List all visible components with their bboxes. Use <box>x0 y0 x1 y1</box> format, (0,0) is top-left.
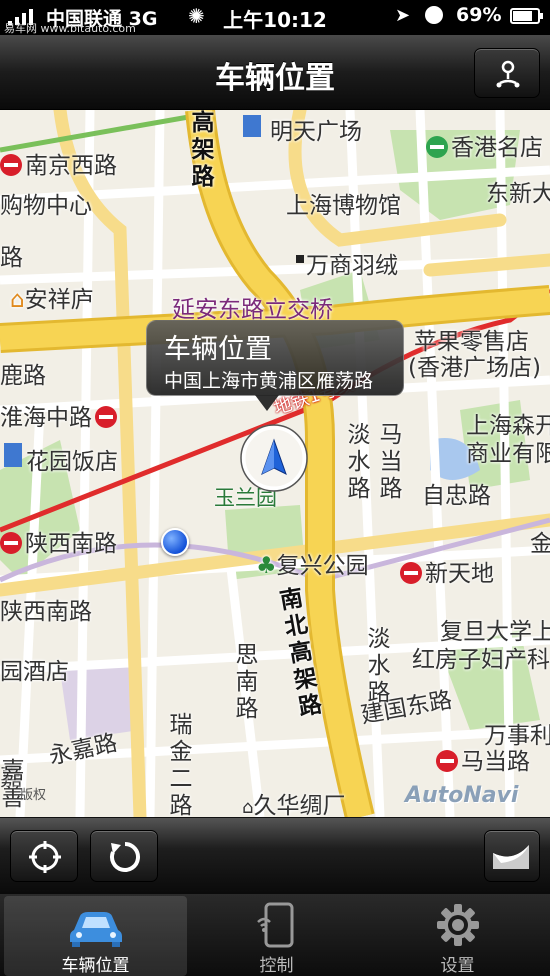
metro-station-label: 南京西路 <box>0 146 117 180</box>
street-label: 金 <box>530 531 550 557</box>
poi-label: ⌂安祥庐 <box>10 287 94 313</box>
street-label: 淡水路 <box>347 422 371 502</box>
route-button[interactable] <box>474 48 540 98</box>
metro-station-label: 新天地 <box>400 554 494 588</box>
watermark: 易车网 www.bitauto.com <box>4 22 136 35</box>
map-view[interactable]: 明天广场 香港名店 南京西路 东新大 购物中心 上海博物馆 万商羽绒 路 ⌂安祥… <box>0 110 550 817</box>
poi-label: 明天广场 <box>270 119 362 145</box>
tab-control[interactable]: 控制 <box>185 896 368 976</box>
battery-percent: 69% <box>456 4 502 26</box>
tab-label: 车辆位置 <box>61 956 130 976</box>
park-label: ♣复兴公园 <box>256 553 369 579</box>
user-location-dot <box>161 528 189 556</box>
metro-station-label: 马当路 <box>436 742 530 776</box>
page-curl-button[interactable] <box>484 830 540 882</box>
street-label: 淡水路 <box>367 626 391 706</box>
vehicle-marker[interactable] <box>238 422 310 494</box>
vehicle-callout[interactable]: 车辆位置 中国上海市黄浦区雁荡路 <box>146 320 404 411</box>
poi-label: 红房子妇产科 <box>412 647 550 673</box>
locate-button[interactable] <box>10 830 78 882</box>
car-icon <box>69 912 122 947</box>
poi-label: 购物中心 <box>0 193 92 219</box>
poi-label: ⌂久华绸厂 <box>242 793 346 817</box>
street-label: 鹿路 <box>0 363 46 389</box>
battery-icon <box>510 8 543 24</box>
street-label: 路 <box>0 245 23 271</box>
page-curl-icon <box>493 845 529 869</box>
map-copyright: 版权 <box>20 788 47 803</box>
poi-label: 园酒店 <box>0 659 69 685</box>
metro-station-label: 淮海中路 <box>0 398 120 432</box>
street-label: 瑞金二路 <box>169 712 193 817</box>
refresh-icon <box>110 842 140 872</box>
tab-settings[interactable]: 设置 <box>366 896 549 976</box>
tab-label: 控制 <box>259 956 294 976</box>
navigation-bar: 车辆位置 <box>0 35 550 110</box>
metro-station-label: 陕西南路 <box>0 524 117 558</box>
tab-bar: 车辆位置 控制 设置 <box>0 894 550 976</box>
poi-label: 花园饭店 <box>26 449 118 475</box>
tab-label: 设置 <box>440 956 475 976</box>
street-label: 高架路 <box>191 110 215 190</box>
street-label: 延安东路立交桥 <box>172 297 333 323</box>
street-label: 马当路 <box>379 422 403 502</box>
street-label: 陕西南路 <box>0 599 92 625</box>
crosshair-icon <box>29 841 61 873</box>
street-label: 思南路 <box>235 642 259 722</box>
poi-label: 东新大 <box>486 181 550 207</box>
alarm-clock-icon <box>425 6 443 24</box>
poi-label: 香港名店 <box>426 128 543 162</box>
route-pin-icon <box>496 60 520 88</box>
map-toolbar <box>0 817 550 894</box>
page-title: 车辆位置 <box>215 61 335 96</box>
poi-label: 万商羽绒 <box>306 253 398 279</box>
poi-label: 上海博物馆 <box>286 193 401 219</box>
gear-icon <box>436 904 479 946</box>
location-arrow-icon: ➤ <box>395 5 411 26</box>
map-provider-logo: AutoNavi <box>405 783 519 808</box>
callout-address: 中国上海市黄浦区雁荡路 <box>164 370 374 392</box>
poi-label: 商业有限 <box>466 441 550 467</box>
callout-title: 车辆位置 <box>164 334 272 365</box>
poi-label: (香港广场店) <box>408 355 541 381</box>
phone-control-icon <box>256 902 293 948</box>
street-label: 自忠路 <box>422 483 491 509</box>
tab-vehicle-location[interactable]: 车辆位置 <box>4 896 187 976</box>
refresh-button[interactable] <box>90 830 158 882</box>
vehicle-arrow-icon <box>240 424 308 492</box>
